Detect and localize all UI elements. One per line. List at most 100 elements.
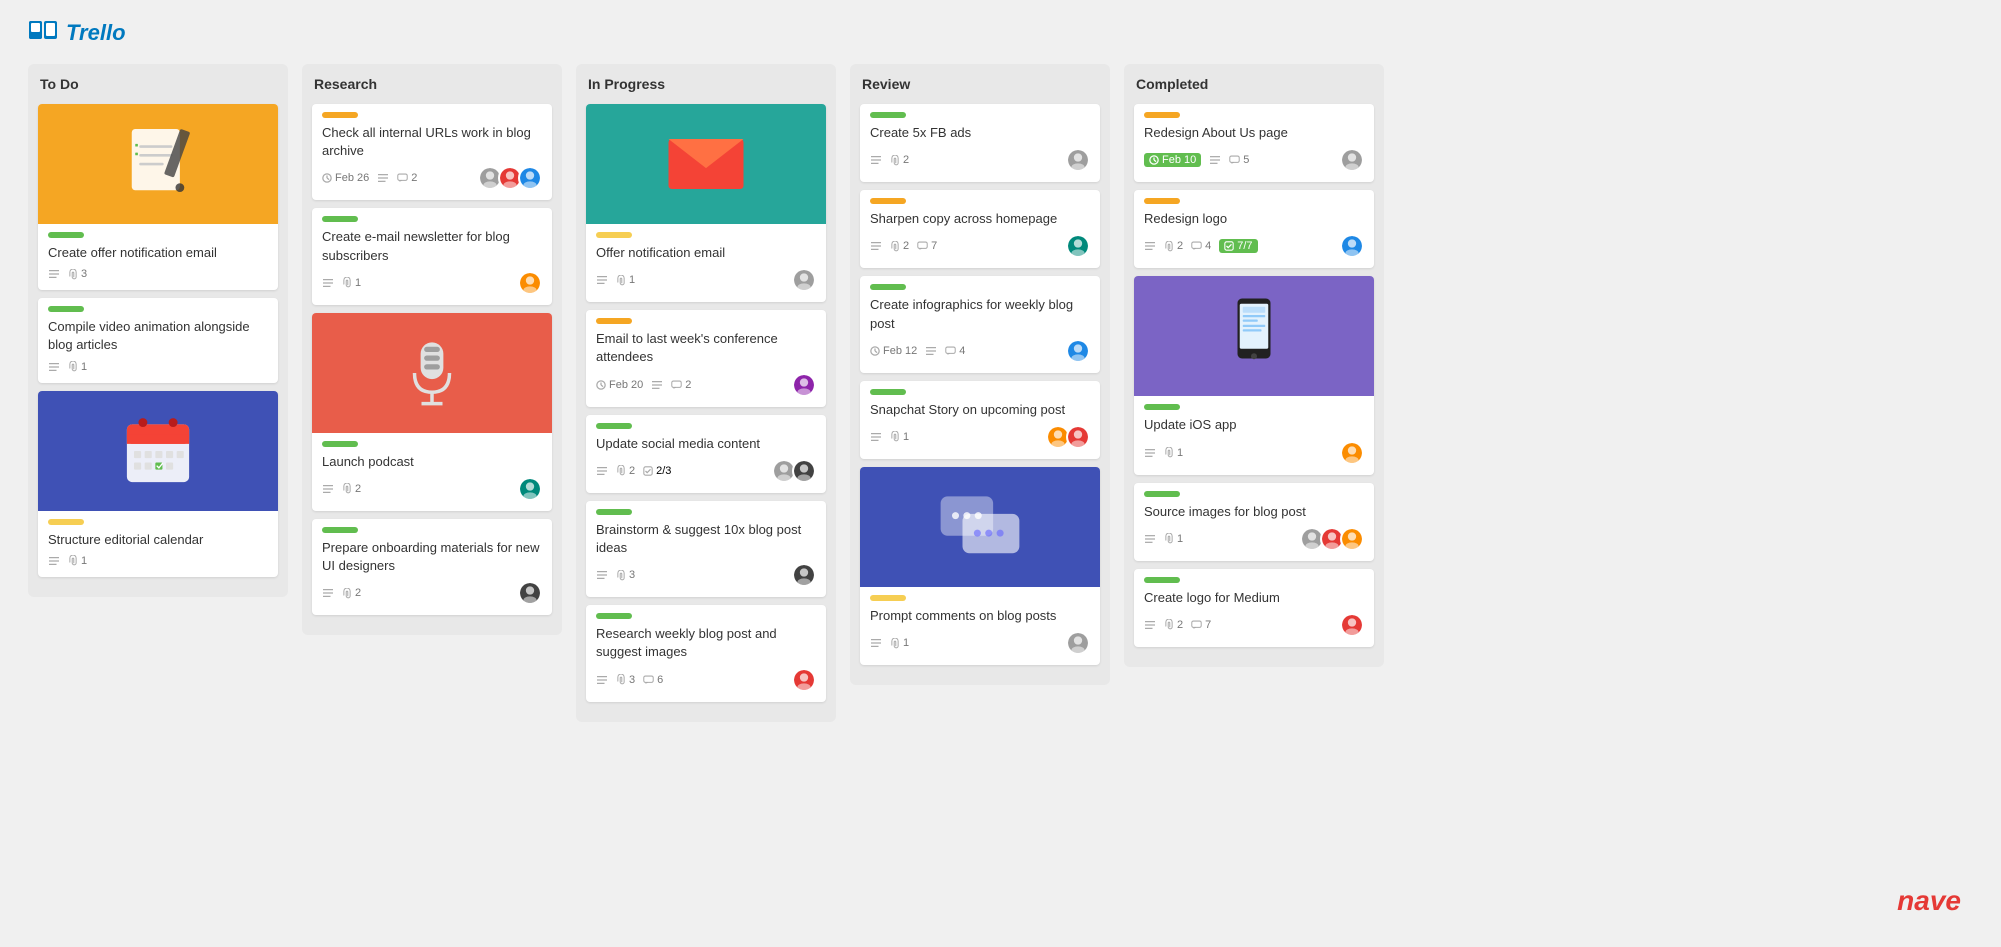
comment-count: 5 (1229, 154, 1249, 166)
card-title: Snapchat Story on upcoming post (870, 401, 1090, 419)
avatar (1340, 148, 1364, 172)
card-research-3[interactable]: Launch podcast 2 (312, 313, 552, 511)
card-label (322, 216, 358, 222)
card-title: Sharpen copy across homepage (870, 210, 1090, 228)
card-completed-5[interactable]: Create logo for Medium 2 7 (1134, 569, 1374, 647)
card-body-completed-5: Create logo for Medium 2 7 (1134, 569, 1374, 647)
list-icon (870, 155, 882, 165)
card-review-4[interactable]: Snapchat Story on upcoming post 1 (860, 381, 1100, 459)
card-avatars (518, 581, 542, 605)
card-research-1[interactable]: Check all internal URLs work in blog arc… (312, 104, 552, 200)
card-title: Research weekly blog post and suggest im… (596, 625, 816, 661)
trello-wordmark: Trello (66, 20, 126, 46)
attachment-count: 1 (890, 431, 909, 443)
attachment-count: 1 (68, 555, 87, 567)
card-title: Create e-mail newsletter for blog subscr… (322, 228, 542, 264)
card-avatars (772, 459, 816, 483)
attachment-count: 3 (616, 569, 635, 581)
card-body-inprogress-3: Update social media content 2 2/3 (586, 415, 826, 493)
list-icon (322, 278, 334, 288)
card-todo-3[interactable]: Structure editorial calendar 1 (38, 391, 278, 577)
card-meta: 1 (870, 631, 1090, 655)
avatar (518, 271, 542, 295)
card-completed-3[interactable]: Update iOS app 1 (1134, 276, 1374, 474)
card-review-1[interactable]: Create 5x FB ads 2 (860, 104, 1100, 182)
card-inprogress-3[interactable]: Update social media content 2 2/3 (586, 415, 826, 493)
list-icon (596, 275, 608, 285)
card-body-inprogress-2: Email to last week's conference attendee… (586, 310, 826, 406)
card-todo-2[interactable]: Compile video animation alongside blog a… (38, 298, 278, 382)
card-meta: 1 (48, 361, 268, 373)
card-review-2[interactable]: Sharpen copy across homepage 2 7 (860, 190, 1100, 268)
card-body-completed-4: Source images for blog post 1 (1134, 483, 1374, 561)
comment-count: 6 (643, 674, 663, 686)
card-label (870, 389, 906, 395)
card-label (870, 198, 906, 204)
attachment-count: 1 (68, 361, 87, 373)
card-title: Prepare onboarding materials for new UI … (322, 539, 542, 575)
card-meta: 2 7 (870, 234, 1090, 258)
checklist-badge: 2/3 (643, 465, 671, 477)
card-avatars (1066, 631, 1090, 655)
list-icon (1209, 155, 1221, 165)
card-body-review-1: Create 5x FB ads 2 (860, 104, 1100, 182)
trello-logo[interactable]: Trello (28, 20, 126, 46)
comment-count: 4 (945, 345, 965, 357)
card-inprogress-5[interactable]: Research weekly blog post and suggest im… (586, 605, 826, 701)
list-icon (1144, 620, 1156, 630)
card-avatars (518, 271, 542, 295)
card-title: Prompt comments on blog posts (870, 607, 1090, 625)
column-inprogress: In Progress Offer notification email 1Em… (576, 64, 836, 722)
card-review-5[interactable]: Prompt comments on blog posts 1 (860, 467, 1100, 665)
column-title-review: Review (860, 76, 1100, 92)
card-label (596, 509, 632, 515)
card-title: Redesign logo (1144, 210, 1364, 228)
card-label (596, 232, 632, 238)
card-meta-left: 3 (596, 569, 635, 581)
card-title: Redesign About Us page (1144, 124, 1364, 142)
card-image-review-5 (860, 467, 1100, 587)
card-meta: Feb 26 2 (322, 166, 542, 190)
list-icon (48, 362, 60, 372)
card-image-completed-3 (1134, 276, 1374, 396)
card-inprogress-1[interactable]: Offer notification email 1 (586, 104, 826, 302)
list-icon (322, 588, 334, 598)
card-meta: Feb 20 2 (596, 373, 816, 397)
card-meta-left: 1 (1144, 533, 1183, 545)
card-label (596, 423, 632, 429)
card-label (48, 232, 84, 238)
card-completed-1[interactable]: Redesign About Us page Feb 10 5 (1134, 104, 1374, 182)
card-body-research-2: Create e-mail newsletter for blog subscr… (312, 208, 552, 304)
card-inprogress-2[interactable]: Email to last week's conference attendee… (586, 310, 826, 406)
card-meta: 1 (48, 555, 268, 567)
list-icon (925, 346, 937, 356)
list-icon (377, 173, 389, 183)
card-body-completed-1: Redesign About Us page Feb 10 5 (1134, 104, 1374, 182)
avatar (1066, 234, 1090, 258)
card-inprogress-4[interactable]: Brainstorm & suggest 10x blog post ideas… (586, 501, 826, 597)
card-review-3[interactable]: Create infographics for weekly blog post… (860, 276, 1100, 372)
card-title: Update social media content (596, 435, 816, 453)
card-label (870, 112, 906, 118)
attachment-count: 2 (890, 154, 909, 166)
card-meta-left: 2 7 (870, 240, 937, 252)
card-meta: 2 (322, 581, 542, 605)
card-body-completed-2: Redesign logo 2 4 7/7 (1134, 190, 1374, 268)
card-avatars (1066, 234, 1090, 258)
card-date: Feb 12 (870, 345, 917, 357)
card-body-inprogress-4: Brainstorm & suggest 10x blog post ideas… (586, 501, 826, 597)
attachment-count: 2 (616, 465, 635, 477)
card-research-4[interactable]: Prepare onboarding materials for new UI … (312, 519, 552, 615)
card-title: Update iOS app (1144, 416, 1364, 434)
list-icon (596, 675, 608, 685)
card-meta-left: 2 (322, 483, 361, 495)
card-research-2[interactable]: Create e-mail newsletter for blog subscr… (312, 208, 552, 304)
list-icon (322, 484, 334, 494)
card-todo-1[interactable]: Create offer notification email 3 (38, 104, 278, 290)
card-meta-left: 1 (322, 277, 361, 289)
card-completed-2[interactable]: Redesign logo 2 4 7/7 (1134, 190, 1374, 268)
card-completed-4[interactable]: Source images for blog post 1 (1134, 483, 1374, 561)
card-meta-left: 1 (48, 555, 87, 567)
list-icon (870, 432, 882, 442)
card-label (1144, 404, 1180, 410)
